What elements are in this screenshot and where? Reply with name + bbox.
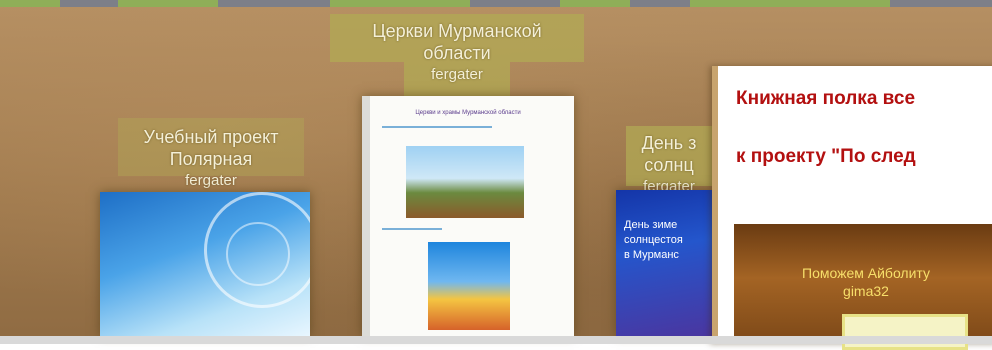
popup-book-thumbnail[interactable]: Поможем Айболиту gima32 [734, 224, 992, 350]
church-photo [406, 146, 524, 218]
book-cover-text: День зиме солнцестоя в Мурманс [624, 219, 683, 261]
book-page-title: Церкви и храмы Мурманской области [415, 110, 521, 116]
page-text-line [382, 228, 442, 230]
top-border-strip [0, 0, 992, 7]
bookshelf-popup: Книжная полка все к проекту "По след Пом… [712, 66, 992, 350]
book-title-polar[interactable]: Учебный проект Полярная fergater [118, 126, 304, 192]
thumbnail-card [842, 314, 968, 350]
snowflake-swirl-icon [226, 222, 290, 286]
book-title-solstice[interactable]: День з солнц fergater [626, 132, 712, 198]
thumbnail-label: Поможем Айболиту gima32 [802, 265, 930, 299]
book-cover-churches[interactable]: Церкви и храмы Мурманской области [362, 96, 574, 336]
page-text-line [382, 126, 492, 128]
church-photo [428, 242, 510, 330]
book-cover-polar[interactable] [100, 192, 310, 336]
popup-subheading: к проекту "По след [736, 146, 916, 167]
popup-heading: Книжная полка все [736, 88, 916, 109]
book-title-churches[interactable]: Церкви Мурманской области fergater [330, 20, 584, 86]
bottom-border-strip [0, 336, 992, 344]
book-cover-solstice[interactable]: День зиме солнцестоя в Мурманс [616, 190, 712, 336]
